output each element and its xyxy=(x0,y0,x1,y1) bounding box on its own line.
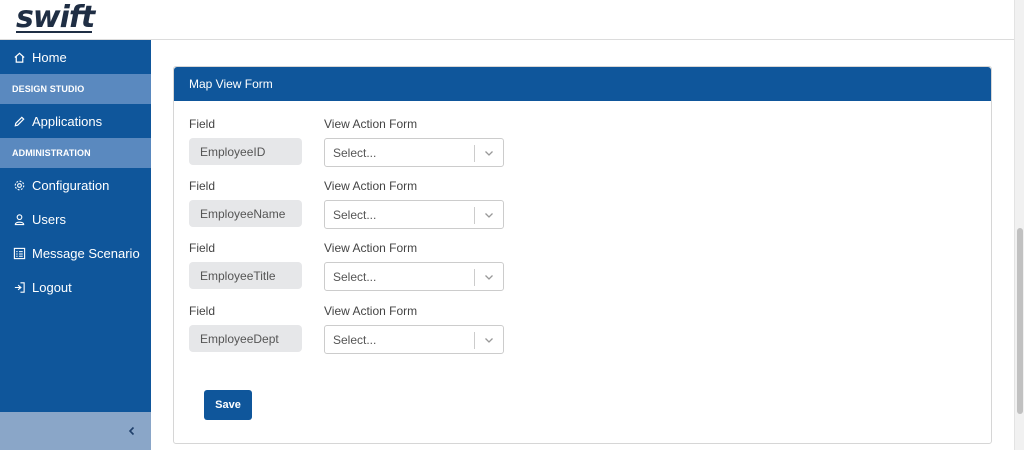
save-button[interactable]: Save xyxy=(204,390,252,420)
select-placeholder: Select... xyxy=(333,332,377,347)
gear-icon xyxy=(12,178,26,192)
select-divider xyxy=(474,145,475,162)
view-action-form-select[interactable]: Select... xyxy=(324,200,504,229)
panel-title: Map View Form xyxy=(174,67,991,101)
field-label: Field xyxy=(189,304,216,318)
view-action-form-label: View Action Form xyxy=(324,179,418,193)
field-value: EmployeeID xyxy=(189,138,302,165)
view-action-form-label: View Action Form xyxy=(324,241,418,255)
top-bar: swift xyxy=(0,0,1014,40)
sidebar-item-configuration[interactable]: Configuration xyxy=(0,168,151,202)
select-placeholder: Select... xyxy=(333,269,377,284)
logo-underline xyxy=(16,31,93,33)
view-action-form-select[interactable]: Select... xyxy=(324,325,504,354)
scrollbar-thumb[interactable] xyxy=(1017,228,1023,414)
sidebar-item-users[interactable]: Users xyxy=(0,202,151,236)
home-icon xyxy=(12,50,26,64)
chevron-down-icon xyxy=(485,213,493,218)
sidebar-item-label: Configuration xyxy=(32,177,110,193)
view-action-form-select[interactable]: Select... xyxy=(324,138,504,167)
sidebar-item-message-scenario[interactable]: Message Scenario xyxy=(0,236,151,270)
logout-icon xyxy=(12,280,26,294)
field-value: EmployeeTitle xyxy=(189,262,302,289)
chevron-left-icon xyxy=(128,426,135,436)
sidebar-item-label: Logout xyxy=(32,279,72,295)
view-action-form-select[interactable]: Select... xyxy=(324,262,504,291)
select-placeholder: Select... xyxy=(333,145,377,160)
field-value: EmployeeDept xyxy=(189,325,302,352)
map-view-form-panel: Map View Form Field View Action Form Emp… xyxy=(173,66,992,444)
user-icon xyxy=(12,212,26,226)
field-value: EmployeeName xyxy=(189,200,302,227)
select-divider xyxy=(474,269,475,286)
list-icon xyxy=(12,246,26,260)
sidebar-item-home[interactable]: Home xyxy=(0,40,151,74)
section-header-design-studio: DESIGN STUDIO xyxy=(0,74,151,104)
sidebar-collapse-button[interactable] xyxy=(0,412,151,450)
sidebar-item-label: Users xyxy=(32,211,66,227)
section-header-administration: ADMINISTRATION xyxy=(0,138,151,168)
view-action-form-label: View Action Form xyxy=(324,117,418,131)
chevron-down-icon xyxy=(485,338,493,343)
logo-text: swift xyxy=(16,0,95,35)
swift-logo[interactable]: swift xyxy=(16,0,95,35)
sidebar-item-applications[interactable]: Applications xyxy=(0,104,151,138)
field-label: Field xyxy=(189,179,216,193)
sidebar-item-label: Home xyxy=(32,49,67,65)
sidebar-item-logout[interactable]: Logout xyxy=(0,270,151,304)
field-label: Field xyxy=(189,117,216,131)
sidebar-item-label: Message Scenario xyxy=(32,245,140,261)
select-divider xyxy=(474,332,475,349)
page-scrollbar[interactable] xyxy=(1014,0,1024,450)
chevron-down-icon xyxy=(485,151,493,156)
pencil-icon xyxy=(12,114,26,128)
sidebar-item-label: Applications xyxy=(32,113,103,129)
select-placeholder: Select... xyxy=(333,207,377,222)
field-label: Field xyxy=(189,241,216,255)
select-divider xyxy=(474,207,475,224)
sidebar: Home DESIGN STUDIO Applications ADMINIST… xyxy=(0,40,151,450)
view-action-form-label: View Action Form xyxy=(324,304,418,318)
chevron-down-icon xyxy=(485,275,493,280)
